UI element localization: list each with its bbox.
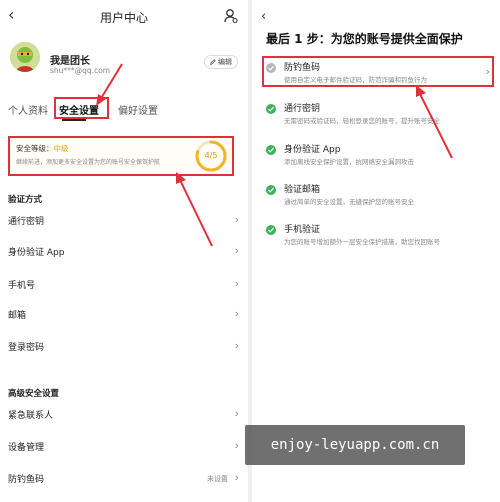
row-label: 防钓鱼码 [8,475,45,485]
chevron-right-icon: › [234,439,239,452]
row-email[interactable]: 邮箱 › [8,306,240,324]
profile-email: shu***@qq.com [50,66,111,75]
checklist-item-verify-email[interactable]: 验证邮箱 通过简单的安全设置，无缝保护您的账号安全 [264,182,492,212]
chevron-right-icon: › [234,213,239,226]
chevron-right-icon: › [234,307,239,320]
pending-check-icon [266,63,276,73]
top-bar: ‹ 用户中心 [0,0,248,34]
item-description: 添加离线安全保护设置，抗网络安全漏洞攻击 [284,158,414,166]
user-settings-icon[interactable] [224,8,238,24]
check-circle-icon [266,225,276,235]
settings-tabs: 个人资料 安全设置 偏好设置 [8,97,240,122]
checklist-item-authenticator-app[interactable]: 身份验证 App 添加离线安全保护设置，抗网络安全漏洞攻击 [264,142,492,172]
security-level: 安全等级：中级 [16,143,69,154]
page-title: 用户中心 [99,11,148,25]
row-passkey[interactable]: 通行密钥 › [8,212,240,230]
security-level-description: 继续前进，添加更多安全设置为您的账号安全保驾护航 [16,159,161,166]
verify-section-title: 验证方式 [8,195,43,205]
row-label: 通行密钥 [8,217,45,227]
item-description: 为您的账号增加额外一层安全保护措施，助您找回账号 [284,238,440,246]
check-circle-icon [266,185,276,195]
chevron-right-icon: › [234,407,239,420]
chevron-right-icon: › [234,244,239,257]
tab-personal-info[interactable]: 个人资料 [8,102,48,117]
security-level-value: 中级 [53,144,69,153]
checklist-item-phone-verify[interactable]: 手机验证 为您的账号增加额外一层安全保护措施，助您找回账号 [264,222,492,252]
row-anti-phishing-code[interactable]: 防钓鱼码 未设置 › [8,470,240,488]
user-center-screen: ‹ 用户中心 我是团长 shu***@qq.com 编辑 个人资料 安全设置 偏… [0,0,248,502]
check-circle-icon [266,145,276,155]
back-icon[interactable]: ‹ [261,9,266,24]
pencil-icon [210,59,216,65]
row-device-management[interactable]: 设备管理 › [8,438,240,456]
edit-profile-button[interactable]: 编辑 [204,55,238,69]
row-status: 未设置 [207,475,228,483]
row-authenticator-app[interactable]: 身份验证 App › [8,243,240,261]
row-label: 登录密码 [8,343,45,353]
arrow-to-security-level-icon [176,172,213,247]
security-level-card[interactable]: 安全等级：中级 继续前进，添加更多安全设置为您的账号安全保驾护航 4/5 [8,136,234,176]
item-title: 手机验证 [284,225,321,235]
avatar[interactable] [10,42,40,72]
edit-label: 编辑 [218,58,232,66]
check-circle-icon [266,104,276,114]
row-phone[interactable]: 手机号 › [8,276,240,294]
advanced-section-title: 高级安全设置 [8,389,60,399]
chevron-right-icon: › [234,277,239,290]
item-description: 使用自定义电子邮件验证码，防范诈骗和钓鱼行为 [284,76,427,84]
active-tab-indicator [62,119,86,121]
row-label: 手机号 [8,281,36,291]
item-title: 防钓鱼码 [284,63,321,73]
security-score: 4/5 [204,151,218,160]
item-description: 通过简单的安全设置，无缝保护您的账号安全 [284,198,414,206]
checklist-item-anti-phishing[interactable]: 防钓鱼码 使用自定义电子邮件验证码，防范诈骗和钓鱼行为 › [264,60,492,90]
profile-name: 我是团长 [50,56,90,67]
tab-preferences[interactable]: 偏好设置 [118,102,158,117]
row-label: 身份验证 App [8,248,65,258]
chevron-right-icon: › [485,65,490,78]
profile-card: 我是团长 shu***@qq.com 编辑 [10,42,240,82]
row-login-password[interactable]: 登录密码 › [8,338,240,356]
item-title: 身份验证 App [284,145,341,155]
highlight-box-tab [54,97,109,119]
row-emergency-contact[interactable]: 紧急联系人 › [8,406,240,424]
row-label: 邮箱 [8,311,27,321]
row-label: 设备管理 [8,443,45,453]
chevron-right-icon: › [234,471,239,484]
checklist-title: 最后 1 步：为您的账号提供全面保护 [266,32,463,46]
item-description: 无需密码或验证码，轻松登录您的账号，提升账号安全 [284,117,440,125]
security-level-label: 安全等级： [16,144,54,153]
checklist-item-passkey[interactable]: 通行密钥 无需密码或验证码，轻松登录您的账号，提升账号安全 [264,101,492,131]
row-label: 紧急联系人 [8,411,54,421]
item-title: 通行密钥 [284,104,321,114]
watermark-overlay: enjoy-leyuapp.com.cn [245,425,465,465]
chevron-right-icon: › [234,339,239,352]
item-title: 验证邮箱 [284,185,321,195]
